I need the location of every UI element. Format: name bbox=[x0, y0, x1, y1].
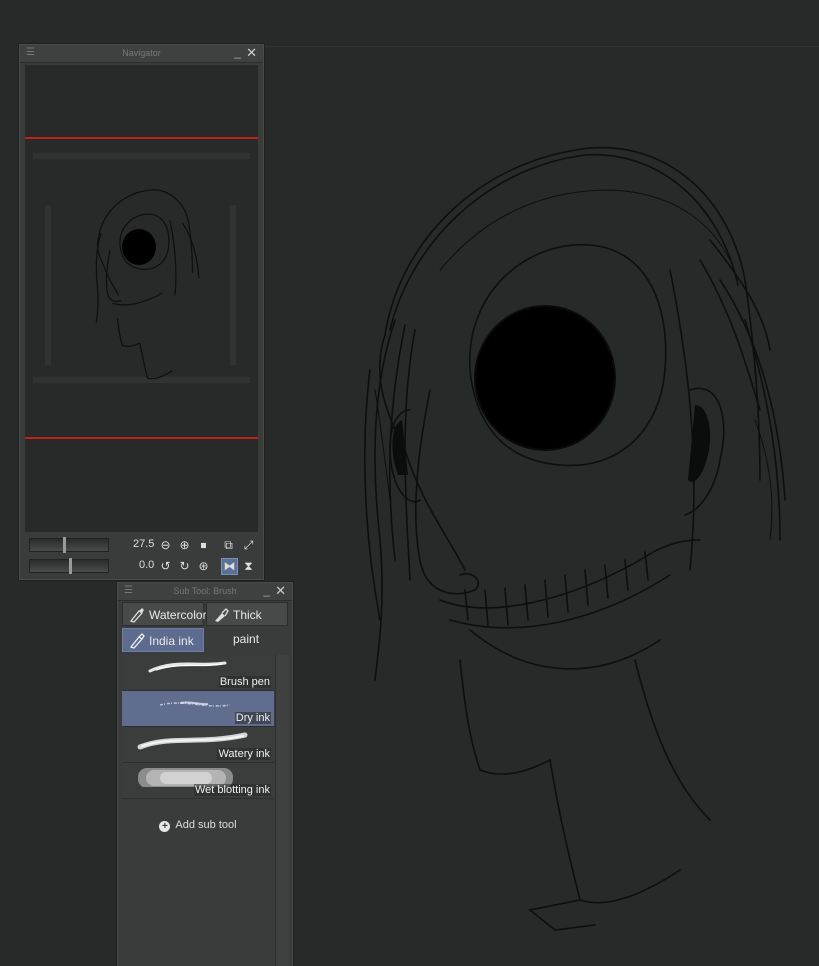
subtool-label: Watery ink bbox=[217, 748, 271, 760]
subtool-list: Brush pen Dry ink Watery ink Wet blottin… bbox=[122, 655, 274, 799]
subtool-scrollbar[interactable] bbox=[275, 655, 289, 966]
canvas-artwork[interactable] bbox=[290, 120, 819, 965]
paint-tube-icon bbox=[215, 608, 229, 622]
close-icon[interactable]: ✕ bbox=[275, 583, 286, 599]
add-subtool-label: Add sub tool bbox=[175, 819, 237, 831]
navigator-controls: 27.5 ⊖ ⊕ ⏹ ⧉ ⤢ 0.0 ↺ ↻ ⊛ ⧓ ⧗ bbox=[25, 534, 258, 578]
flip-horizontal-icon[interactable]: ⧓ bbox=[221, 558, 238, 575]
add-icon: + bbox=[159, 821, 171, 832]
rotate-right-icon[interactable]: ↻ bbox=[177, 559, 192, 574]
reset-rotation-icon[interactable]: ⊛ bbox=[196, 559, 211, 574]
tab-label: Thick paint bbox=[233, 608, 262, 646]
fit-window-icon[interactable]: ⤢ bbox=[241, 538, 256, 553]
navigator-preview[interactable] bbox=[25, 65, 258, 532]
rotate-slider-knob[interactable] bbox=[69, 558, 72, 574]
tab-label: India ink bbox=[149, 634, 194, 648]
canvas-edge bbox=[262, 46, 819, 47]
add-subtool-button[interactable]: + Add sub tool bbox=[122, 819, 274, 832]
tab-thick-paint[interactable]: Thick paint bbox=[206, 602, 288, 646]
subtool-label: Dry ink bbox=[234, 712, 271, 724]
ink-pen-icon bbox=[129, 633, 145, 649]
tab-india-ink[interactable]: India ink bbox=[122, 628, 204, 652]
rotate-left-icon[interactable]: ↺ bbox=[158, 559, 173, 574]
subtool-item-brush-pen[interactable]: Brush pen bbox=[122, 655, 274, 691]
rotate-value[interactable]: 0.0 bbox=[139, 559, 154, 571]
zoom-in-icon[interactable]: ⊕ bbox=[177, 538, 192, 553]
close-icon[interactable]: ✕ bbox=[246, 45, 257, 61]
subtool-item-watery-ink[interactable]: Watery ink bbox=[122, 727, 274, 763]
brush-icon bbox=[129, 608, 144, 623]
fit-stop-icon[interactable]: ⏹ bbox=[196, 538, 211, 553]
tab-watercolor[interactable]: Watercolor bbox=[122, 602, 207, 626]
zoom-slider[interactable] bbox=[29, 537, 109, 553]
rotate-slider[interactable] bbox=[29, 558, 109, 574]
subtool-item-dry-ink[interactable]: Dry ink bbox=[122, 691, 274, 727]
tab-label: Watercolor bbox=[149, 608, 207, 622]
navigator-panel: ☰ Navigator _ ✕ 27.5 ⊖ ⊕ ⏹ ⧉ ⤢ 0.0 ↺ ↻ ⊛… bbox=[19, 44, 264, 580]
zoom-out-icon[interactable]: ⊖ bbox=[158, 538, 173, 553]
subtool-titlebar[interactable]: ☰ Sub Tool: Brush _ ✕ bbox=[118, 583, 292, 601]
actual-size-icon[interactable]: ⧉ bbox=[221, 538, 236, 553]
subtool-item-wet-blotting-ink[interactable]: Wet blotting ink bbox=[122, 763, 274, 799]
flip-vertical-icon[interactable]: ⧗ bbox=[241, 559, 256, 574]
navigator-thumbnail bbox=[25, 137, 258, 439]
zoom-slider-knob[interactable] bbox=[63, 537, 66, 553]
subtool-label: Brush pen bbox=[218, 676, 271, 688]
subtool-panel: ☰ Sub Tool: Brush _ ✕ Watercolor Thick p… bbox=[117, 582, 293, 966]
navigator-titlebar[interactable]: ☰ Navigator _ ✕ bbox=[20, 45, 263, 63]
zoom-value[interactable]: 27.5 bbox=[133, 538, 154, 550]
subtool-label: Wet blotting ink bbox=[193, 784, 271, 796]
navigator-title: Navigator bbox=[122, 48, 161, 58]
minimize-icon[interactable]: _ bbox=[234, 45, 241, 59]
minimize-icon[interactable]: _ bbox=[263, 583, 270, 597]
